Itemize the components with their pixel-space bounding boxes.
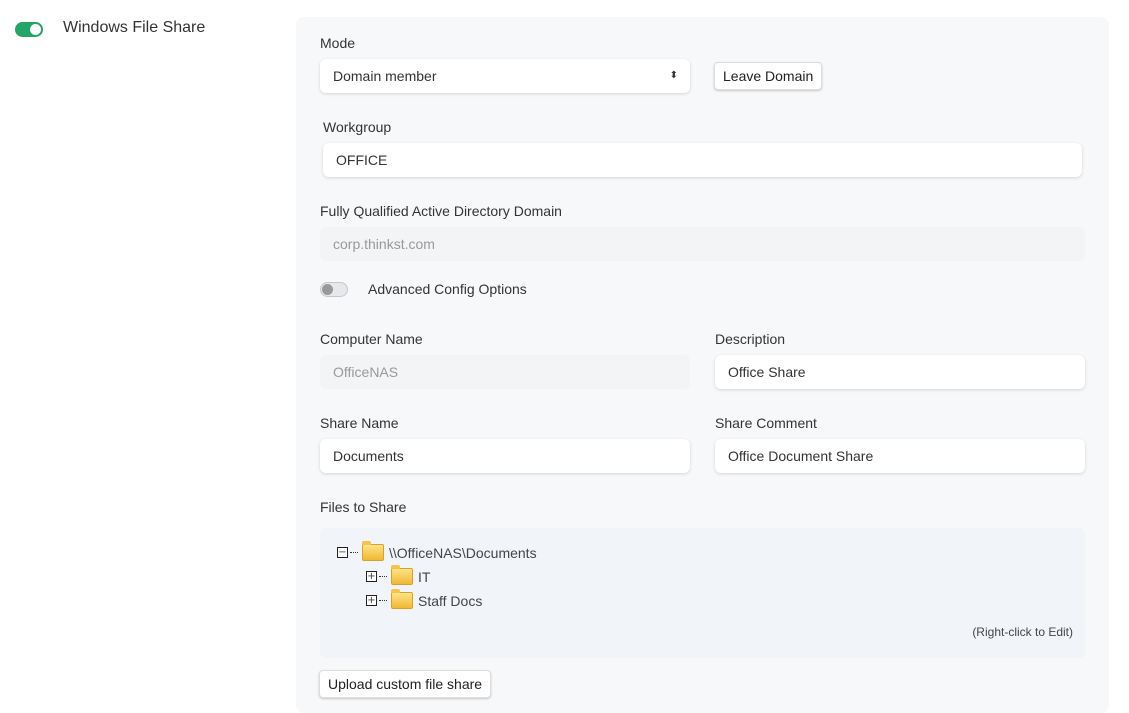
share-comment-input[interactable]: Office Document Share [715, 439, 1085, 473]
select-arrows-icon: ⬍ [669, 70, 678, 81]
node-label: IT [418, 568, 431, 585]
windows-file-share-toggle[interactable] [15, 22, 43, 37]
tree-hint: (Right-click to Edit) [972, 625, 1073, 639]
files-label: Files to Share [320, 499, 407, 515]
mode-value: Domain member [333, 68, 437, 84]
workgroup-input[interactable]: OFFICE [323, 143, 1082, 177]
mode-select[interactable]: Domain member ⬍ [320, 59, 690, 93]
expand-icon[interactable]: + [366, 571, 377, 582]
folder-icon [362, 541, 384, 561]
computer-name-label: Computer Name [320, 331, 423, 347]
share-name-label: Share Name [320, 415, 399, 431]
advanced-config-toggle[interactable] [320, 282, 348, 297]
domain-input[interactable]: corp.thinkst.com [320, 227, 1085, 261]
upload-custom-file-share-button[interactable]: Upload custom file share [319, 670, 492, 698]
tree-node-root[interactable]: − \\OfficeNAS\Documents [337, 541, 537, 561]
folder-icon [391, 589, 413, 609]
folder-icon [391, 565, 413, 585]
description-label: Description [715, 331, 786, 347]
advanced-config-label: Advanced Config Options [368, 281, 527, 297]
mode-label: Mode [320, 35, 356, 51]
toggle-knob [322, 284, 333, 295]
workgroup-label: Workgroup [323, 119, 392, 135]
leave-domain-button[interactable]: Leave Domain [714, 62, 823, 90]
tree-node-staff-docs[interactable]: + Staff Docs [366, 589, 483, 609]
node-label: Staff Docs [418, 592, 483, 609]
description-input[interactable]: Office Share [715, 355, 1085, 389]
tree-node-it[interactable]: + IT [366, 565, 431, 585]
toggle-knob [30, 24, 41, 35]
collapse-icon[interactable]: − [337, 547, 348, 558]
share-comment-label: Share Comment [715, 415, 817, 431]
node-label: \\OfficeNAS\Documents [389, 544, 537, 561]
expand-icon[interactable]: + [366, 595, 377, 606]
section-title: Windows File Share [63, 19, 206, 36]
domain-label: Fully Qualified Active Directory Domain [320, 203, 562, 219]
share-name-input[interactable]: Documents [320, 439, 690, 473]
computer-name-input[interactable]: OfficeNAS [320, 355, 690, 389]
